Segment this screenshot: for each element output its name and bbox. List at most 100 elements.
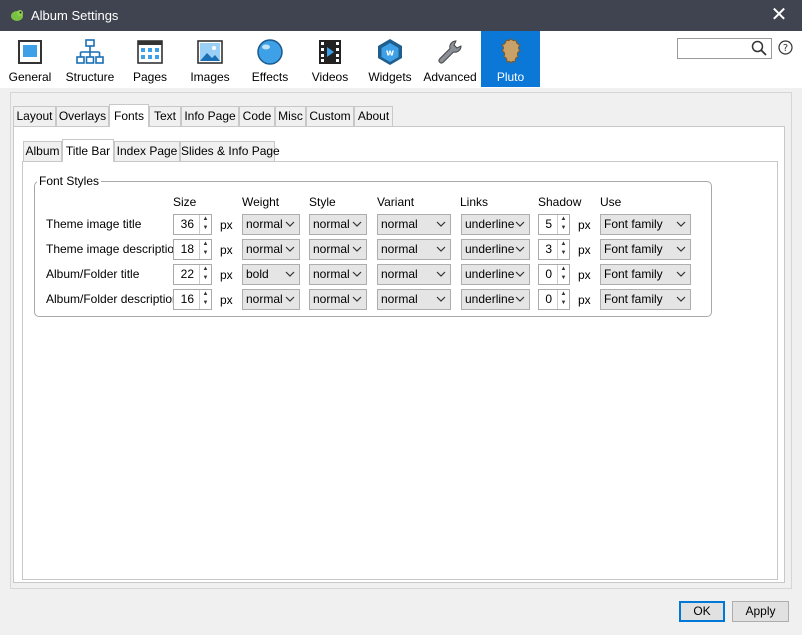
- chevron-down-icon: [436, 296, 446, 302]
- shadow-value: 5: [545, 217, 552, 231]
- style-select[interactable]: normal: [309, 239, 367, 260]
- shadow-spinner[interactable]: 5 ▲ ▼: [538, 214, 570, 235]
- size-spinner[interactable]: 36 ▲ ▼: [173, 214, 212, 235]
- wrench-icon: [438, 40, 462, 64]
- tab-misc[interactable]: Misc: [275, 106, 306, 127]
- spin-down-icon[interactable]: ▼: [200, 224, 211, 233]
- size-spinner[interactable]: 18 ▲ ▼: [173, 239, 212, 260]
- apply-button[interactable]: Apply: [732, 601, 789, 622]
- spin-down-icon[interactable]: ▼: [558, 249, 569, 258]
- variant-select[interactable]: normal: [377, 214, 451, 235]
- tab-about[interactable]: About: [354, 106, 393, 127]
- spin-up-icon[interactable]: ▲: [558, 215, 569, 224]
- toolbar-videos[interactable]: Videos: [300, 31, 360, 87]
- variant-select[interactable]: normal: [377, 289, 451, 310]
- spin-up-icon[interactable]: ▲: [558, 240, 569, 249]
- spin-up-icon[interactable]: ▲: [558, 265, 569, 274]
- toolbar-general[interactable]: General: [2, 31, 58, 87]
- title-bar: Album Settings ✕: [0, 0, 802, 31]
- subtab-index-page[interactable]: Index Page: [114, 141, 180, 162]
- spin-up-icon[interactable]: ▲: [200, 290, 211, 299]
- toolbar-advanced[interactable]: Advanced: [420, 31, 480, 87]
- use-select[interactable]: Font family: [600, 289, 691, 310]
- variant-select[interactable]: normal: [377, 264, 451, 285]
- toolbar-label: Videos: [311, 70, 349, 84]
- use-select[interactable]: Font family: [600, 264, 691, 285]
- subtab-album[interactable]: Album: [23, 141, 62, 162]
- variant-select[interactable]: normal: [377, 239, 451, 260]
- row-label-theme-image-title: Theme image title: [46, 217, 142, 231]
- widgets-icon: w: [378, 39, 402, 65]
- chevron-down-icon: [352, 246, 362, 252]
- weight-select[interactable]: bold: [242, 264, 300, 285]
- main-tabs: Layout Overlays Fonts Text Info Page Cod…: [13, 104, 393, 127]
- links-select[interactable]: underline: [461, 214, 530, 235]
- links-select[interactable]: underline: [461, 264, 530, 285]
- images-icon: [197, 40, 223, 64]
- spin-down-icon[interactable]: ▼: [200, 274, 211, 283]
- links-select[interactable]: underline: [461, 289, 530, 310]
- close-icon[interactable]: ✕: [756, 0, 802, 31]
- chevron-down-icon: [515, 221, 525, 227]
- chameleon-app-icon: [11, 10, 23, 21]
- spin-down-icon[interactable]: ▼: [558, 274, 569, 283]
- tab-custom[interactable]: Custom: [306, 106, 354, 127]
- toolbar-effects[interactable]: Effects: [242, 31, 298, 87]
- tab-overlays[interactable]: Overlays: [56, 106, 109, 127]
- tab-fonts[interactable]: Fonts: [109, 104, 149, 127]
- tab-code[interactable]: Code: [239, 106, 275, 127]
- size-value: 16: [180, 292, 194, 306]
- size-unit: px: [220, 243, 233, 257]
- chevron-down-icon: [436, 246, 446, 252]
- use-select[interactable]: Font family: [600, 214, 691, 235]
- tab-layout[interactable]: Layout: [13, 106, 56, 127]
- weight-select[interactable]: normal: [242, 289, 300, 310]
- style-select[interactable]: normal: [309, 289, 367, 310]
- spin-down-icon[interactable]: ▼: [558, 299, 569, 308]
- help-icon[interactable]: ?: [778, 40, 793, 55]
- svg-text:?: ?: [783, 43, 788, 54]
- svg-text:w: w: [386, 49, 394, 59]
- spin-up-icon[interactable]: ▲: [200, 265, 211, 274]
- chevron-down-icon: [352, 271, 362, 277]
- toolbar-widgets[interactable]: w Widgets: [362, 31, 418, 87]
- use-select[interactable]: Font family: [600, 239, 691, 260]
- spin-up-icon[interactable]: ▲: [200, 215, 211, 224]
- search-icon[interactable]: [751, 40, 767, 56]
- spin-up-icon[interactable]: ▲: [558, 290, 569, 299]
- toolbar-label: Advanced: [423, 70, 477, 84]
- weight-select[interactable]: normal: [242, 214, 300, 235]
- shadow-spinner[interactable]: 0 ▲ ▼: [538, 264, 570, 285]
- size-spinner[interactable]: 16 ▲ ▼: [173, 289, 212, 310]
- window-title: Album Settings: [31, 8, 119, 23]
- shadow-spinner[interactable]: 0 ▲ ▼: [538, 289, 570, 310]
- tab-info-page[interactable]: Info Page: [181, 106, 239, 127]
- shadow-spinner[interactable]: 3 ▲ ▼: [538, 239, 570, 260]
- ok-button[interactable]: OK: [679, 601, 725, 622]
- spin-up-icon[interactable]: ▲: [200, 240, 211, 249]
- toolbar-label: Pages: [132, 70, 168, 84]
- chevron-down-icon: [285, 221, 295, 227]
- weight-select[interactable]: normal: [242, 239, 300, 260]
- column-header-weight: Weight: [242, 195, 280, 209]
- tab-text[interactable]: Text: [149, 106, 181, 127]
- chevron-down-icon: [676, 271, 686, 277]
- chevron-down-icon: [676, 246, 686, 252]
- chevron-down-icon: [352, 296, 362, 302]
- toolbar-structure[interactable]: Structure: [60, 31, 120, 87]
- subtab-slides-info-page[interactable]: Slides & Info Page: [180, 141, 280, 162]
- spin-down-icon[interactable]: ▼: [200, 249, 211, 258]
- column-header-shadow: Shadow: [538, 195, 582, 209]
- style-select[interactable]: normal: [309, 214, 367, 235]
- toolbar-images[interactable]: Images: [180, 31, 240, 87]
- size-spinner[interactable]: 22 ▲ ▼: [173, 264, 212, 285]
- spin-down-icon[interactable]: ▼: [558, 224, 569, 233]
- toolbar-pluto[interactable]: Pluto: [481, 31, 540, 87]
- spin-down-icon[interactable]: ▼: [200, 299, 211, 308]
- style-select[interactable]: normal: [309, 264, 367, 285]
- chevron-down-icon: [285, 271, 295, 277]
- links-select[interactable]: underline: [461, 239, 530, 260]
- shadow-unit: px: [578, 268, 591, 282]
- toolbar-pages[interactable]: Pages: [122, 31, 178, 87]
- subtab-title-bar[interactable]: Title Bar: [62, 139, 114, 162]
